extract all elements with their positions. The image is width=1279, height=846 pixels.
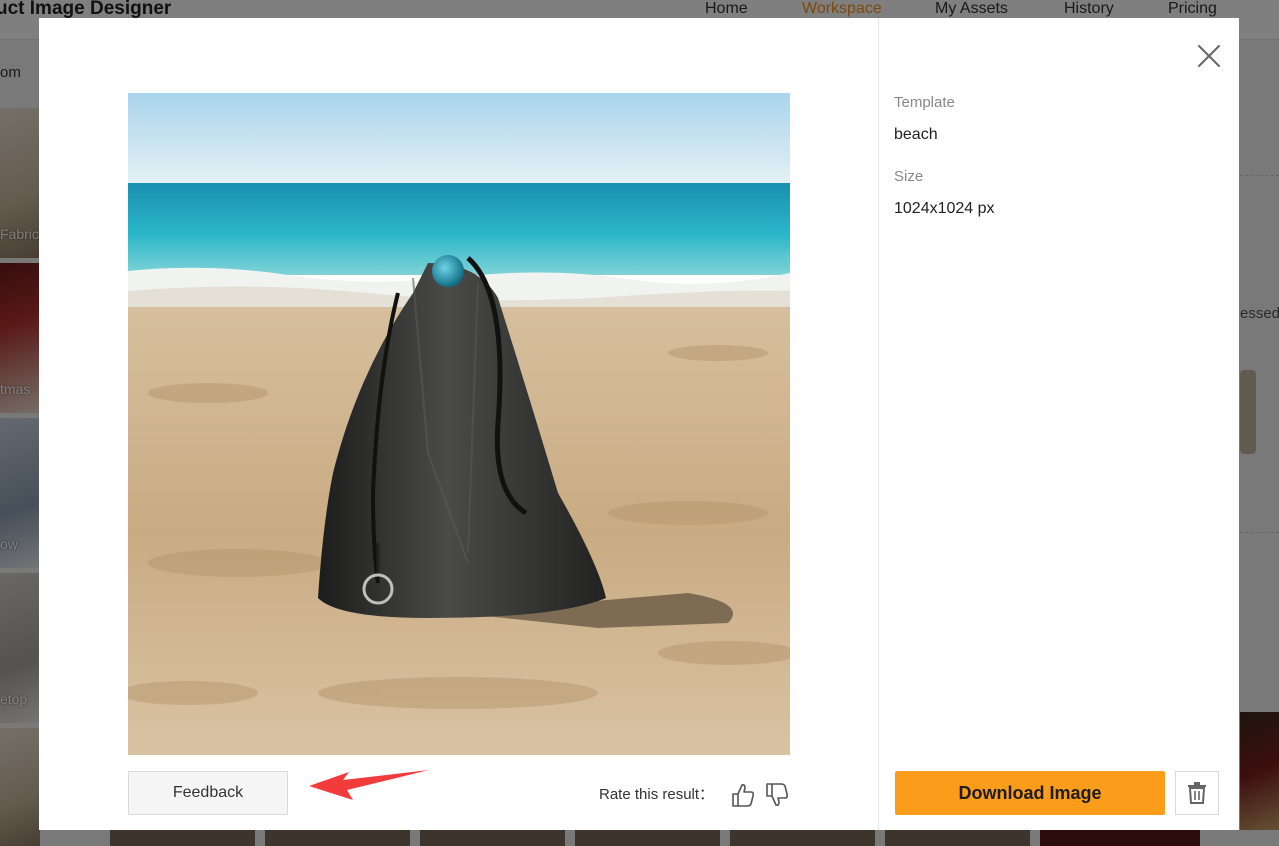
template-value: beach [894, 126, 938, 143]
modal-divider [878, 18, 879, 830]
delete-button[interactable] [1175, 771, 1219, 815]
image-preview-modal: Feedback Rate this result： Template beac… [39, 18, 1239, 830]
rate-label: Rate this result： [599, 786, 715, 803]
download-image-button[interactable]: Download Image [895, 771, 1165, 815]
size-label: Size [894, 168, 924, 185]
thumbs-down-icon[interactable] [764, 778, 790, 812]
generated-image [128, 93, 790, 755]
size-value: 1024x1024 px [894, 200, 995, 217]
trash-icon [1188, 782, 1206, 804]
template-label: Template [894, 94, 955, 111]
thumbs-up-icon[interactable] [730, 778, 756, 812]
close-icon[interactable] [1195, 42, 1223, 70]
feedback-button[interactable]: Feedback [128, 771, 288, 815]
annotation-arrow-icon [309, 770, 429, 800]
